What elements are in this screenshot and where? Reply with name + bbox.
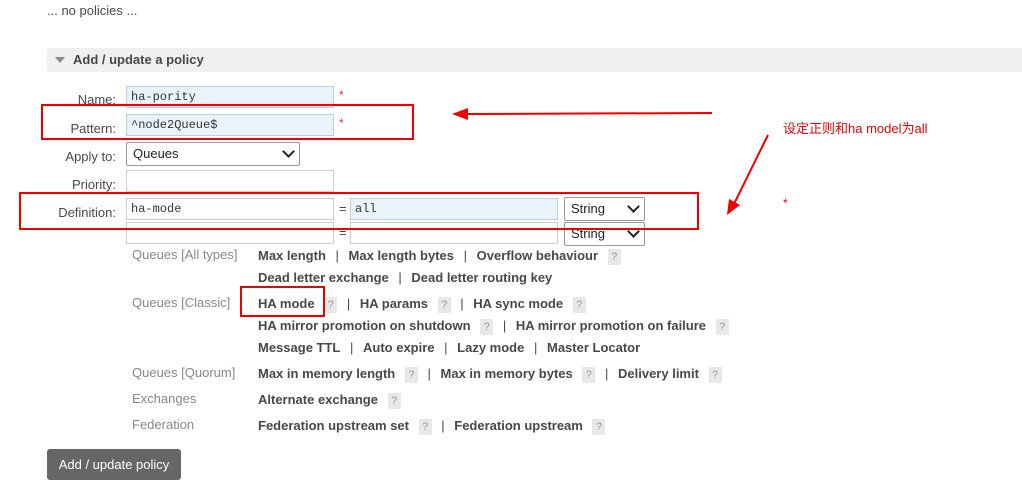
arrow-left-icon bbox=[452, 108, 713, 120]
annotation-arrows bbox=[452, 108, 769, 215]
arrow-down-left-icon bbox=[727, 134, 769, 215]
